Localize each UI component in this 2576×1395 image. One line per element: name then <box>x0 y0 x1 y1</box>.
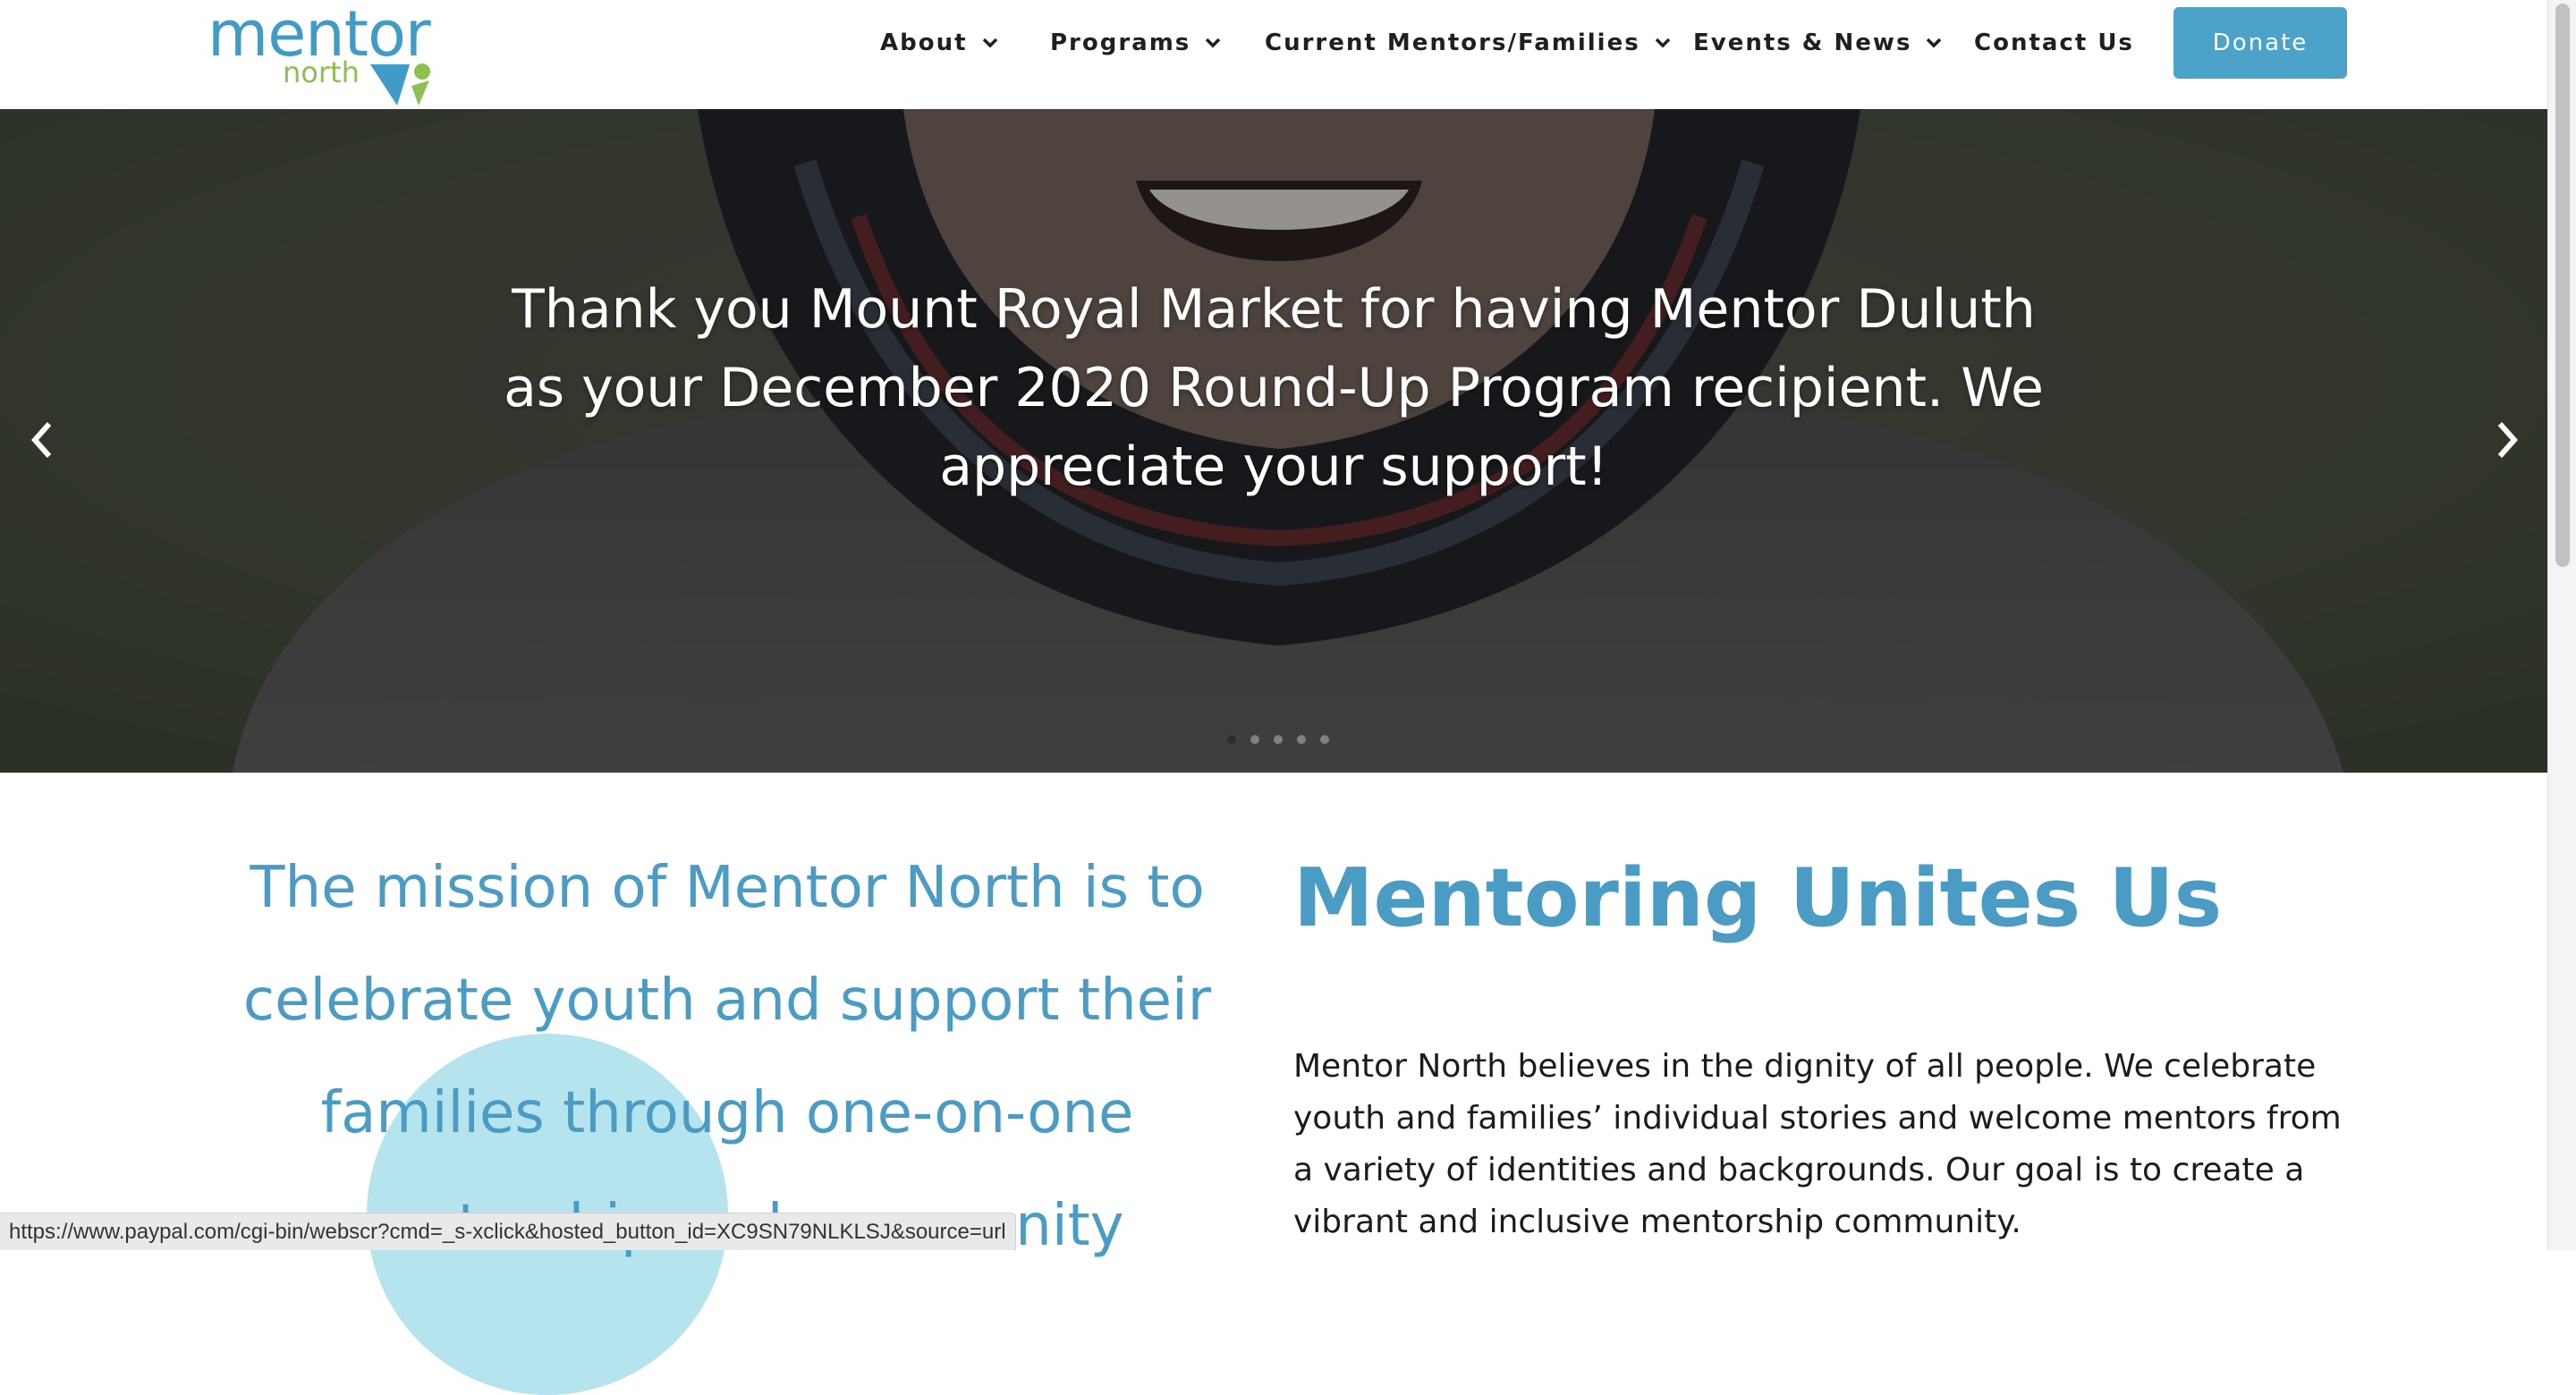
nav-current-mentors-families-label: Current Mentors/Families <box>1265 30 1640 56</box>
nav-programs[interactable]: Programs <box>1050 27 1221 59</box>
slider-dot[interactable] <box>1250 735 1259 744</box>
mentor-north-logo[interactable]: mentor north <box>208 0 440 109</box>
hero-slider: Thank you Mount Royal Market for having … <box>0 109 2547 773</box>
slider-prev-button[interactable] <box>14 413 68 467</box>
slider-dots <box>1227 735 1329 744</box>
logo-dot-mark <box>414 63 430 80</box>
page-scrollbar[interactable] <box>2547 0 2576 1250</box>
link-url-status-bar: https://www.paypal.com/cgi-bin/webscr?cm… <box>0 1213 1016 1250</box>
slider-next-button[interactable] <box>2481 413 2535 467</box>
hero-slide-text: Thank you Mount Royal Market for having … <box>504 278 2044 498</box>
scrollbar-thumb[interactable] <box>2555 4 2570 567</box>
site-header: mentor north About Programs Current Ment… <box>0 0 2547 109</box>
donate-button[interactable]: Donate <box>2174 7 2347 79</box>
slider-dot[interactable] <box>1297 735 1306 744</box>
nav-programs-label: Programs <box>1050 30 1191 56</box>
logo-word-bottom: north <box>283 55 360 89</box>
nav-current-mentors-families[interactable]: Current Mentors/Families <box>1265 27 1671 59</box>
chevron-down-icon <box>1927 38 1942 48</box>
nav-about-label: About <box>880 30 968 56</box>
slider-dot[interactable] <box>1227 735 1236 744</box>
slider-dot[interactable] <box>1274 735 1283 744</box>
section-title: Mentoring Unites Us <box>1293 851 2223 945</box>
chevron-left-icon <box>30 422 52 458</box>
nav-events-news-label: Events & News <box>1693 30 1912 56</box>
chevron-down-icon <box>982 38 997 48</box>
nav-contact-us-label: Contact Us <box>1974 30 2134 56</box>
donate-button-label: Donate <box>2212 30 2309 56</box>
nav-contact-us[interactable]: Contact Us <box>1974 27 2134 59</box>
chevron-down-icon <box>1206 38 1221 48</box>
logo-triangle-mark <box>370 64 410 106</box>
nav-about[interactable]: About <box>880 27 998 59</box>
section-body: Mentor North believes in the dignity of … <box>1293 1048 2342 1240</box>
chevron-down-icon <box>1655 38 1670 48</box>
logo-graphic: mentor north <box>208 0 432 106</box>
chevron-right-icon <box>2497 422 2519 458</box>
nav-events-news[interactable]: Events & News <box>1693 27 1942 59</box>
slider-dot[interactable] <box>1320 735 1329 744</box>
logo-leaf-mark <box>411 80 429 106</box>
mentoring-section: Mentoring Unites Us Mentor North believe… <box>1293 841 2367 1248</box>
